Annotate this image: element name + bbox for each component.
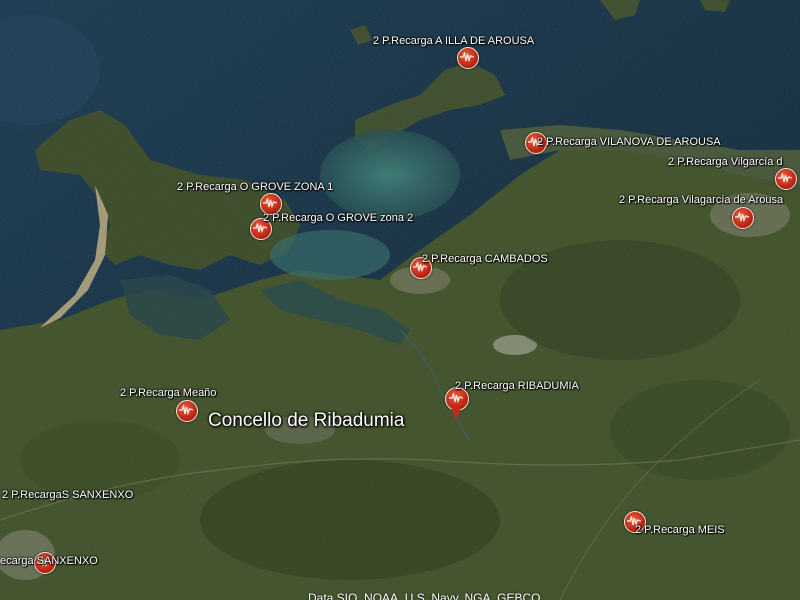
place-label: Concello de Ribadumia — [208, 410, 405, 431]
charging-station-marker-icon[interactable] — [260, 193, 282, 215]
charging-station-marker-icon[interactable] — [457, 47, 479, 69]
charging-station-marker-icon[interactable] — [34, 552, 56, 574]
charging-station-marker-icon[interactable] — [250, 218, 272, 240]
imagery-credit: Data SIO, NOAA, U.S. Navy, NGA, GEBCO — [308, 591, 541, 600]
satellite-imagery — [0, 0, 800, 600]
charging-station-marker-icon[interactable] — [775, 168, 797, 190]
charging-station-marker-icon[interactable] — [176, 400, 198, 422]
map-pin-icon — [451, 408, 461, 420]
charging-station-marker-icon[interactable] — [525, 132, 547, 154]
satellite-map[interactable]: 2 P.Recarga A ILLA DE AROUSA 2 P.Recarga … — [0, 0, 800, 600]
charging-station-marker-icon[interactable] — [624, 511, 646, 533]
charging-station-marker-icon[interactable] — [732, 207, 754, 229]
charging-station-marker-icon[interactable] — [410, 257, 432, 279]
